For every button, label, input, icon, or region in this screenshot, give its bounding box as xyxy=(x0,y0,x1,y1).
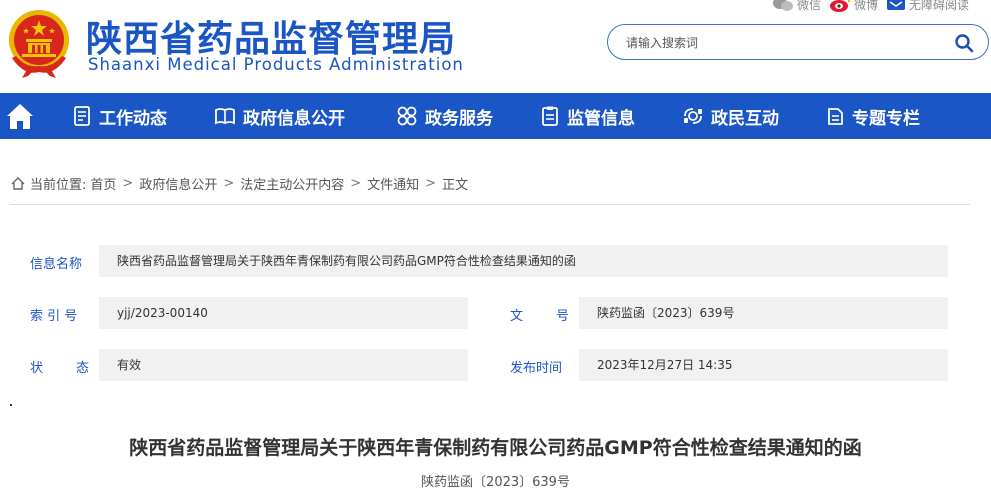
breadcrumb-gov-info[interactable]: 政府信息公开 xyxy=(139,174,217,193)
info-publish-value: 2023年12月27日 14:35 xyxy=(579,349,948,381)
search-icon[interactable] xyxy=(954,33,974,53)
top-links: 微信 微博 无障碍阅读 xyxy=(772,0,969,14)
national-emblem-icon xyxy=(9,10,69,78)
breadcrumb-notices[interactable]: 文件通知 xyxy=(367,174,419,193)
info-index-label: 索 引 号 xyxy=(30,309,78,324)
breadcrumb-separator: > xyxy=(425,175,437,191)
nav-item-topics[interactable]: 专题专栏 xyxy=(826,93,920,139)
wechat-label: 微信 xyxy=(797,0,822,12)
accessibility-label: 无障碍阅读 xyxy=(909,0,970,12)
site-header: 陕西省药品监督管理局 Shaanxi Medical Products Admi… xyxy=(0,0,991,93)
info-docno-label: 文 号 xyxy=(510,309,570,324)
document-number: 陕药监函〔2023〕639号 xyxy=(421,475,570,490)
accessibility-link[interactable]: 无障碍阅读 xyxy=(886,0,969,13)
topics-icon xyxy=(828,108,843,125)
nav-label: 专题专栏 xyxy=(852,108,920,129)
nav-label: 工作动态 xyxy=(99,108,167,129)
weibo-label: 微博 xyxy=(854,0,879,12)
breadcrumb-home[interactable]: 首页 xyxy=(90,174,116,193)
stray-dot xyxy=(10,404,12,406)
info-name-value: 陕西省药品监督管理局关于陕西年青保制药有限公司药品GMP符合性检查结果通知的函 xyxy=(99,245,948,277)
nav-label: 政民互动 xyxy=(711,108,779,129)
services-grid-icon xyxy=(397,106,417,126)
nav-item-supervision[interactable]: 监管信息 xyxy=(541,93,635,139)
main-nav: 工作动态 政府信息公开 政务服务 监管信息 政民互动 专题专栏 xyxy=(0,93,991,139)
nav-item-gov-info[interactable]: 政府信息公开 xyxy=(215,93,345,139)
wechat-link[interactable]: 微信 xyxy=(772,0,821,13)
nav-item-interaction[interactable]: 政民互动 xyxy=(683,93,779,139)
breadcrumb-divider xyxy=(10,204,970,205)
info-publish-label: 发布时间 xyxy=(510,361,563,376)
document-list-icon xyxy=(74,106,90,126)
nav-item-work-news[interactable]: 工作动态 xyxy=(73,93,167,139)
home-icon xyxy=(11,176,25,190)
info-status-value: 有效 xyxy=(99,349,468,381)
open-book-icon xyxy=(215,108,235,125)
info-status-label: 状 态 xyxy=(30,361,90,376)
search-input[interactable] xyxy=(626,33,946,53)
interaction-icon xyxy=(684,108,702,124)
nav-label: 监管信息 xyxy=(567,108,635,129)
weibo-link[interactable]: 微博 xyxy=(829,0,878,13)
site-subtitle: Shaanxi Medical Products Administration xyxy=(88,55,464,74)
clipboard-icon xyxy=(542,106,558,126)
search-box xyxy=(607,24,989,60)
nav-label: 政府信息公开 xyxy=(243,108,345,129)
accessibility-icon xyxy=(887,0,906,10)
info-index-value: yjj/2023-00140 xyxy=(99,297,468,329)
breadcrumb-separator: > xyxy=(350,175,362,191)
breadcrumb-separator: > xyxy=(223,175,235,191)
info-docno-value: 陕药监函〔2023〕639号 xyxy=(579,297,948,329)
breadcrumb-separator: > xyxy=(122,175,134,191)
home-icon[interactable] xyxy=(4,101,36,131)
breadcrumb-statutory[interactable]: 法定主动公开内容 xyxy=(240,174,344,193)
breadcrumb: 当前位置: 首页 > 政府信息公开 > 法定主动公开内容 > 文件通知 > 正文 xyxy=(10,174,469,193)
weibo-icon xyxy=(830,0,850,12)
breadcrumb-prefix: 当前位置: xyxy=(30,177,87,193)
breadcrumb-current: 正文 xyxy=(442,177,469,193)
document-title: 陕西省药品监督管理局关于陕西年青保制药有限公司药品GMP符合性检查结果通知的函 xyxy=(129,437,862,459)
info-name-label: 信息名称 xyxy=(30,257,83,272)
nav-label: 政务服务 xyxy=(425,108,493,129)
nav-item-services[interactable]: 政务服务 xyxy=(397,93,493,139)
wechat-icon xyxy=(773,0,793,11)
